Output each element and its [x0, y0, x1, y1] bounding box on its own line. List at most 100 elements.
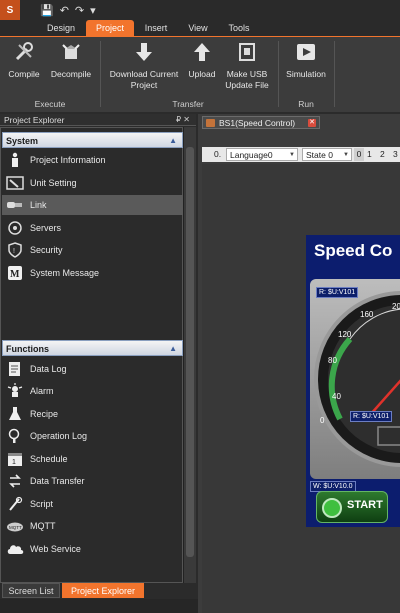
tab-design[interactable]: Design — [40, 20, 82, 36]
pin-close-icons[interactable]: ₽ ✕ — [176, 114, 190, 126]
language-select[interactable]: Language0 ▼ — [226, 148, 298, 161]
decompile-icon — [60, 41, 82, 63]
gauge-read-tag: R: $U:V101 — [316, 287, 359, 298]
system-section-header[interactable]: System ▲ — [2, 132, 183, 148]
customize-qat-icon[interactable]: ▾ — [90, 4, 96, 17]
title-bar: S 💾 ↶ ↷ ▾ — [0, 0, 400, 20]
svg-text:1: 1 — [12, 459, 16, 466]
save-icon[interactable]: 💾 — [40, 4, 54, 17]
operation-log-icon — [5, 427, 25, 445]
tab-project-explorer[interactable]: Project Explorer — [62, 583, 144, 598]
unit-setting-icon — [5, 174, 25, 192]
make-usb-label-line2: Update File — [225, 80, 269, 90]
upload-button[interactable]: Upload — [184, 41, 220, 80]
start-button[interactable]: START — [316, 491, 388, 523]
gauge-tick-label: 20 — [392, 302, 400, 311]
undo-icon[interactable]: ↶ — [60, 4, 69, 17]
explorer-item-link[interactable]: Link — [2, 195, 183, 215]
chevron-down-icon: ▼ — [289, 152, 295, 158]
explorer-item-mqtt[interactable]: MQTT MQTT — [2, 516, 183, 536]
state-button-0[interactable]: 0 — [354, 148, 364, 161]
explorer-item-data-transfer[interactable]: Data Transfer — [2, 471, 183, 491]
project-explorer-title-text: Project Explorer — [4, 115, 65, 125]
gauge-tick-label: 40 — [332, 392, 341, 401]
tab-insert[interactable]: Insert — [138, 20, 174, 36]
gauge-tick-label: 120 — [338, 330, 352, 339]
svg-text:!: ! — [13, 248, 15, 255]
explorer-item-recipe[interactable]: Recipe — [2, 404, 183, 424]
explorer-scrollbar[interactable] — [183, 127, 196, 583]
explorer-item-servers[interactable]: Servers — [2, 218, 183, 238]
collapse-icon[interactable]: ▲ — [169, 341, 177, 357]
compile-label: Compile — [8, 69, 40, 79]
redo-icon[interactable]: ↷ — [75, 4, 84, 17]
tab-screen-list[interactable]: Screen List — [2, 583, 60, 598]
upload-label: Upload — [188, 69, 216, 79]
language-index: 0. — [214, 149, 222, 159]
explorer-item-alarm[interactable]: Alarm — [2, 381, 183, 401]
usb-update-icon — [236, 41, 258, 63]
make-usb-button[interactable]: Make USB Update File — [222, 41, 272, 91]
speed-control-screen[interactable]: Speed Co 0 40 80 120 160 20 R: $U:V101 R… — [306, 235, 400, 527]
gauge-value-tag: R: $U:V101 — [350, 411, 393, 422]
download-button[interactable]: Download Current Project — [104, 41, 184, 91]
calendar-icon: 1 — [5, 450, 25, 468]
simulation-label: Simulation — [286, 69, 326, 79]
collapse-icon[interactable]: ▲ — [169, 133, 177, 149]
functions-header-label: Functions — [6, 344, 49, 354]
servers-icon — [5, 219, 25, 237]
state-select[interactable]: State 0 ▼ — [302, 148, 352, 161]
svg-text:M: M — [10, 269, 20, 280]
explorer-item-operation-log[interactable]: Operation Log — [2, 426, 183, 446]
explorer-item-label: Link — [30, 200, 47, 210]
state-button-3[interactable]: 3 — [393, 148, 398, 161]
data-transfer-icon — [5, 472, 25, 490]
decompile-button[interactable]: Decompile — [46, 41, 96, 80]
explorer-item-label: Operation Log — [30, 431, 88, 441]
speed-gauge-panel[interactable]: 0 40 80 120 160 20 R: $U:V101 R: $U:V101 — [310, 279, 400, 479]
tab-project[interactable]: Project — [86, 20, 134, 36]
document-tab-speed-control[interactable]: BS1(Speed Control) ✕ — [202, 116, 320, 129]
project-explorer-panel: System ▲ Project Information Unit Settin… — [0, 127, 183, 583]
functions-section-header[interactable]: Functions ▲ — [2, 340, 183, 356]
chevron-down-icon: ▼ — [343, 152, 349, 158]
download-arrow-icon — [133, 41, 155, 63]
explorer-item-project-information[interactable]: Project Information — [2, 150, 183, 170]
recipe-flask-icon — [5, 405, 25, 423]
bottom-panel-tabs: Screen List Project Explorer — [0, 583, 196, 599]
script-icon — [5, 495, 25, 513]
explorer-item-script[interactable]: Script — [2, 494, 183, 514]
explorer-item-system-message[interactable]: M System Message — [2, 263, 183, 283]
explorer-item-label: Data Transfer — [30, 476, 85, 486]
explorer-item-label: Recipe — [30, 409, 59, 419]
explorer-item-security[interactable]: ! Security — [2, 240, 183, 260]
project-explorer-title: Project Explorer ₽ ✕ — [0, 114, 196, 126]
screen-title: Speed Co — [314, 241, 393, 260]
app-icon[interactable]: S — [0, 0, 20, 20]
state-button-2[interactable]: 2 — [380, 148, 385, 161]
state-button-1[interactable]: 1 — [367, 148, 372, 161]
explorer-item-label: System Message — [30, 268, 100, 278]
group-separator — [100, 41, 101, 107]
data-log-icon — [5, 360, 25, 378]
screen-toolbar: 0. Language0 ▼ State 0 ▼ 0 1 2 3 — [202, 147, 400, 162]
quick-access-toolbar: 💾 ↶ ↷ ▾ — [40, 4, 96, 17]
explorer-item-web-service[interactable]: Web Service — [2, 539, 183, 559]
close-tab-icon[interactable]: ✕ — [308, 119, 316, 127]
explorer-item-data-log[interactable]: Data Log — [2, 359, 183, 379]
explorer-item-schedule[interactable]: 1 Schedule — [2, 449, 183, 469]
explorer-item-label: Security — [30, 245, 63, 255]
explorer-item-label: Unit Setting — [30, 178, 77, 188]
explorer-item-label: Schedule — [30, 454, 68, 464]
compile-button[interactable]: Compile — [4, 41, 44, 80]
explorer-item-unit-setting[interactable]: Unit Setting — [2, 173, 183, 193]
state-select-value: State 0 — [306, 150, 333, 160]
tab-tools[interactable]: Tools — [222, 20, 256, 36]
simulation-button[interactable]: Simulation — [282, 41, 330, 80]
cloud-icon — [5, 540, 25, 558]
explorer-item-label: Alarm — [30, 386, 54, 396]
start-label: START — [347, 499, 383, 511]
tab-view[interactable]: View — [182, 20, 214, 36]
compile-icon — [13, 41, 35, 63]
explorer-scrollbar-thumb[interactable] — [186, 147, 194, 557]
